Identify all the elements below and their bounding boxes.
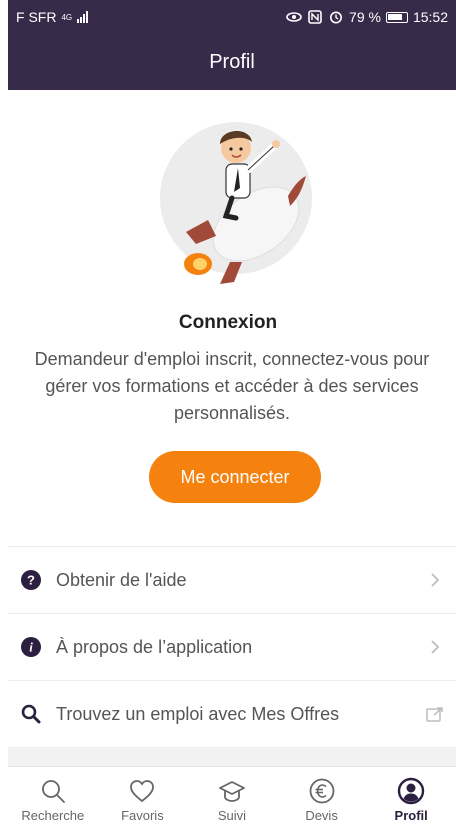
user-circle-icon (397, 777, 425, 805)
chevron-right-icon (426, 638, 444, 656)
rocket-character-icon (160, 122, 312, 284)
battery-icon (385, 11, 408, 23)
svg-text:?: ? (27, 573, 35, 588)
menu-item-label: Obtenir de l'aide (56, 569, 187, 590)
info-circle-icon: i (20, 636, 42, 658)
status-bar: F SFR 4G 79 % 15:52 (8, 0, 456, 34)
menu-item-find-job[interactable]: Trouvez un emploi avec Mes Offres (8, 681, 456, 748)
clock: 15:52 (412, 9, 448, 25)
menu-item-about[interactable]: i À propos de l’application (8, 614, 456, 681)
nfc-icon (308, 10, 322, 24)
tab-recherche[interactable]: Recherche (8, 767, 98, 827)
app-header: Profil (8, 34, 456, 90)
heart-icon (130, 780, 155, 803)
carrier-label: F SFR (16, 9, 57, 25)
euro-circle-icon (309, 778, 334, 804)
network-type: 4G (61, 12, 73, 22)
graduation-cap-icon (219, 781, 245, 802)
tab-label: Suivi (217, 808, 247, 823)
signal-icon (77, 11, 89, 23)
question-circle-icon: ? (20, 569, 42, 591)
svg-text:i: i (29, 640, 33, 655)
section-divider (8, 748, 456, 766)
tab-profil[interactable]: Profil (366, 767, 456, 827)
page-title: Profil (209, 50, 255, 73)
connect-button[interactable]: Me connecter (149, 451, 321, 503)
screen: F SFR 4G 79 % 15:52 Profil Connexion Dem… (0, 0, 456, 827)
battery-percent: 79 % (349, 9, 381, 25)
menu-item-help[interactable]: ? Obtenir de l'aide (8, 547, 456, 614)
external-link-icon (426, 705, 444, 723)
connexion-title: Connexion (178, 312, 278, 333)
status-left: F SFR 4G (16, 9, 89, 25)
status-right: 79 % 15:52 (286, 9, 448, 25)
tab-label: Favoris (121, 808, 164, 823)
search-icon (41, 780, 65, 803)
alarm-icon (330, 11, 343, 24)
menu-item-label: À propos de l’application (56, 636, 253, 657)
tab-suivi[interactable]: Suivi (187, 767, 277, 827)
tab-label: Profil (394, 808, 428, 823)
chevron-right-icon (426, 571, 444, 589)
menu-list: ? Obtenir de l'aide i À propos de l’appl… (8, 546, 456, 748)
bottom-nav: Recherche Favoris Suivi Devis Profil (8, 766, 456, 827)
tab-label: Recherche (21, 808, 85, 823)
tab-devis[interactable]: Devis (277, 767, 367, 827)
search-icon (20, 703, 42, 725)
tab-label: Devis (305, 808, 338, 823)
menu-item-label: Trouvez un emploi avec Mes Offres (56, 703, 340, 724)
eye-icon (286, 12, 302, 22)
connexion-description: Demandeur d'emploi inscrit, connectez-vo… (34, 349, 430, 423)
tab-favoris[interactable]: Favoris (98, 767, 188, 827)
